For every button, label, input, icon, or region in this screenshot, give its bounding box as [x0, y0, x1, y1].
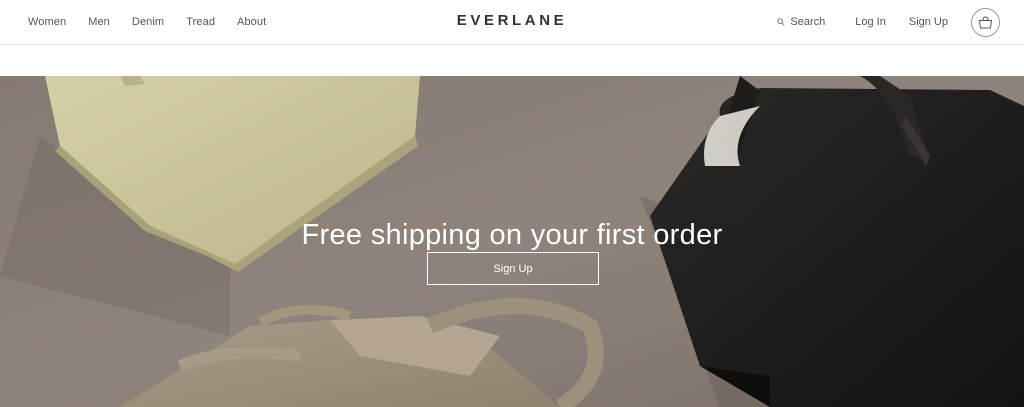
hero-headline: Free shipping on your first order [301, 219, 723, 252]
search-icon [777, 18, 785, 26]
nav-link-women[interactable]: Women [28, 16, 66, 28]
hero-signup-button[interactable]: Sign Up [427, 252, 599, 285]
primary-nav: Women Men Denim Tread About [28, 0, 288, 44]
search-label: Search [790, 16, 826, 28]
top-navigation-bar: Women Men Denim Tread About EVERLANE Sea… [0, 0, 1024, 45]
utility-nav: Search Log In Sign Up [777, 0, 1000, 44]
login-link[interactable]: Log In [855, 16, 886, 28]
nav-link-about[interactable]: About [237, 16, 266, 28]
header-spacer [0, 45, 1024, 76]
nav-link-tread[interactable]: Tread [186, 16, 215, 28]
nav-link-men[interactable]: Men [88, 16, 110, 28]
nav-link-denim[interactable]: Denim [132, 16, 164, 28]
search-button[interactable]: Search [777, 16, 825, 28]
shopping-bag-icon [978, 15, 993, 28]
hero-banner: Free shipping on your first order Sign U… [0, 76, 1024, 407]
signup-link[interactable]: Sign Up [909, 16, 948, 28]
cart-button[interactable] [971, 7, 1000, 37]
